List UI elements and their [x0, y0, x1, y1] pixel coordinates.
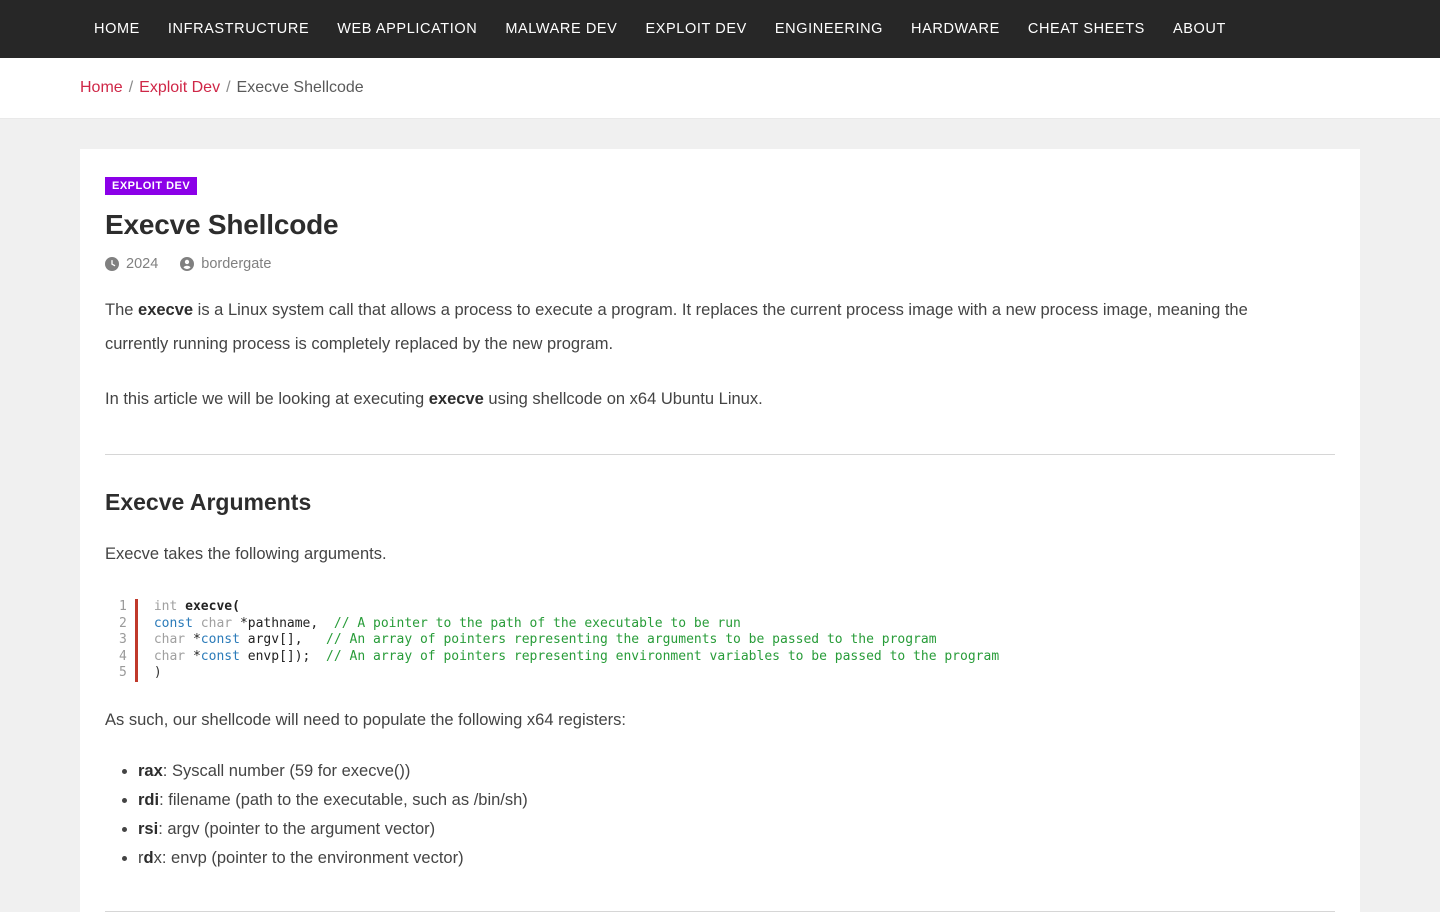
breadcrumb-bar: Home / Exploit Dev / Execve Shellcode	[0, 58, 1440, 119]
code-token-var: *	[192, 632, 201, 648]
code-line: char *const envp[]); // An array of poin…	[154, 649, 999, 666]
intro-p1-strong: execve	[138, 301, 194, 319]
post-code-paragraph: As such, our shellcode will need to popu…	[105, 710, 626, 729]
intro-p2-text-b: using shellcode on x64 Ubuntu Linux.	[483, 390, 763, 408]
code-line: )	[154, 665, 999, 682]
code-token-var: envp[]);	[247, 648, 311, 664]
code-line: const char *pathname, // A pointer to th…	[154, 616, 999, 633]
code-token-type: char	[153, 632, 193, 648]
section-divider-top	[105, 454, 1335, 455]
meta-author: bordergate	[180, 256, 271, 272]
nav-item-about-wrapper: About	[1159, 15, 1240, 43]
breadcrumb-current-page: Execve Shellcode	[236, 79, 364, 96]
intro-p1-text-b: is a Linux system call that allows a pro…	[105, 301, 1248, 353]
section-heading-execve-arguments: Execve Arguments	[105, 489, 312, 515]
register-description: : argv (pointer to the argument vector)	[158, 819, 436, 838]
code-token-var: argv[],	[247, 632, 303, 648]
nav-item-exploit-dev-wrapper: Exploit Dev	[631, 15, 760, 43]
breadcrumb: Home / Exploit Dev / Execve Shellcode	[80, 79, 364, 97]
code-line-number: 5	[119, 665, 127, 681]
code-token-plain: )	[153, 665, 162, 681]
breadcrumb-link-home[interactable]: Home	[80, 79, 123, 97]
register-list: rax: Syscall number (59 for execve())rdi…	[105, 757, 1335, 873]
nav-item-hardware[interactable]: Hardware	[897, 15, 1014, 43]
nav-item-malware-dev-wrapper: Malware Dev	[491, 15, 631, 43]
code-token-comment: // A pointer to the path of the executab…	[333, 615, 741, 631]
code-line: int execve(	[154, 599, 999, 616]
code-block[interactable]: 12345 int execve(const char *pathname, /…	[105, 599, 1335, 682]
clock-icon	[105, 257, 119, 271]
page-container: EXPLOIT DEV Execve Shellcode 2024 border…	[0, 119, 1440, 912]
intro-paragraph-2: In this article we will be looking at ex…	[105, 382, 1295, 416]
article-card: EXPLOIT DEV Execve Shellcode 2024 border…	[80, 149, 1360, 912]
breadcrumb-link-exploit-dev[interactable]: Exploit Dev	[139, 79, 220, 97]
nav-item-home[interactable]: Home	[80, 15, 154, 43]
code-token-kw: const	[200, 632, 248, 648]
code-token-fn: execve(	[185, 599, 240, 614]
meta-author-label: bordergate	[201, 256, 272, 272]
code-token-type: int	[153, 599, 186, 614]
nav-item-infrastructure-wrapper: Infrastructure	[154, 15, 323, 43]
nav-item-infrastructure[interactable]: Infrastructure	[154, 15, 323, 43]
nav-item-cheat-sheets-wrapper: Cheat Sheets	[1014, 15, 1159, 43]
register-list-item: rsi: argv (pointer to the argument vecto…	[138, 815, 1335, 844]
code-line-number: 4	[119, 648, 127, 664]
nav-item-home-wrapper: Home	[80, 15, 154, 43]
code-token-kw: const	[153, 615, 201, 631]
meta-date-label: 2024	[126, 256, 159, 272]
code-line-numbers: 12345	[105, 599, 138, 682]
nav-item-web-application-wrapper: Web Application	[323, 15, 491, 43]
nav-item-web-application[interactable]: Web Application	[323, 15, 491, 43]
code-line-number: 2	[119, 615, 127, 631]
page-title: Execve Shellcode	[105, 209, 339, 240]
register-list-item: rdi: filename (path to the executable, s…	[138, 786, 1335, 815]
code-token-kw: const	[200, 648, 248, 664]
nav-item-hardware-wrapper: Hardware	[897, 15, 1014, 43]
code-token-type: char	[153, 648, 193, 664]
register-name: rdi	[138, 790, 160, 809]
main-navbar: Home Infrastructure Web Application Malware…	[0, 0, 1440, 58]
register-description: : filename (path to the executable, such…	[159, 790, 528, 809]
intro-p2-strong: execve	[428, 390, 484, 408]
breadcrumb-separator-2: /	[226, 79, 231, 96]
meta-date: 2024	[105, 256, 158, 272]
register-name: rax	[138, 761, 163, 780]
intro-paragraph-1: The execve is a Linux system call that a…	[105, 293, 1295, 361]
nav-list: Home Infrastructure Web Application Malware…	[80, 15, 1240, 43]
nav-item-cheat-sheets[interactable]: Cheat Sheets	[1014, 15, 1159, 43]
nav-item-about[interactable]: About	[1159, 15, 1240, 43]
nav-item-engineering-wrapper: Engineering	[761, 15, 897, 43]
code-token-comment: // An array of pointers representing env…	[326, 648, 1000, 664]
category-badge[interactable]: EXPLOIT DEV	[105, 177, 198, 195]
code-content: int execve(const char *pathname, // A po…	[138, 599, 999, 682]
register-name: rsi	[138, 819, 159, 838]
code-token-var: *	[192, 648, 201, 664]
code-line-number: 3	[119, 632, 127, 648]
code-token-type: char	[200, 615, 240, 631]
register-name: d	[143, 848, 154, 867]
register-description: x: envp (pointer to the environment vect…	[153, 848, 464, 867]
section-lead-paragraph: Execve takes the following arguments.	[105, 545, 387, 563]
intro-p1-text-a: The	[105, 301, 139, 319]
nav-item-exploit-dev[interactable]: Exploit Dev	[631, 15, 760, 43]
article-meta: 2024 bordergate	[105, 256, 1335, 272]
code-line-number: 1	[119, 599, 127, 614]
code-token-var: *pathname,	[239, 615, 319, 631]
intro-p2-text-a: In this article we will be looking at ex…	[105, 390, 429, 408]
code-token-comment: // An array of pointers representing the…	[326, 632, 937, 648]
nav-item-malware-dev[interactable]: Malware Dev	[491, 15, 631, 43]
user-icon	[180, 257, 195, 271]
register-list-item: rdx: envp (pointer to the environment ve…	[138, 844, 1335, 873]
breadcrumb-separator-1: /	[128, 79, 134, 96]
register-list-item: rax: Syscall number (59 for execve())	[138, 757, 1335, 786]
nav-item-engineering[interactable]: Engineering	[761, 15, 897, 43]
code-line: char *const argv[], // An array of point…	[154, 632, 999, 649]
register-description: : Syscall number (59 for execve())	[162, 761, 411, 780]
